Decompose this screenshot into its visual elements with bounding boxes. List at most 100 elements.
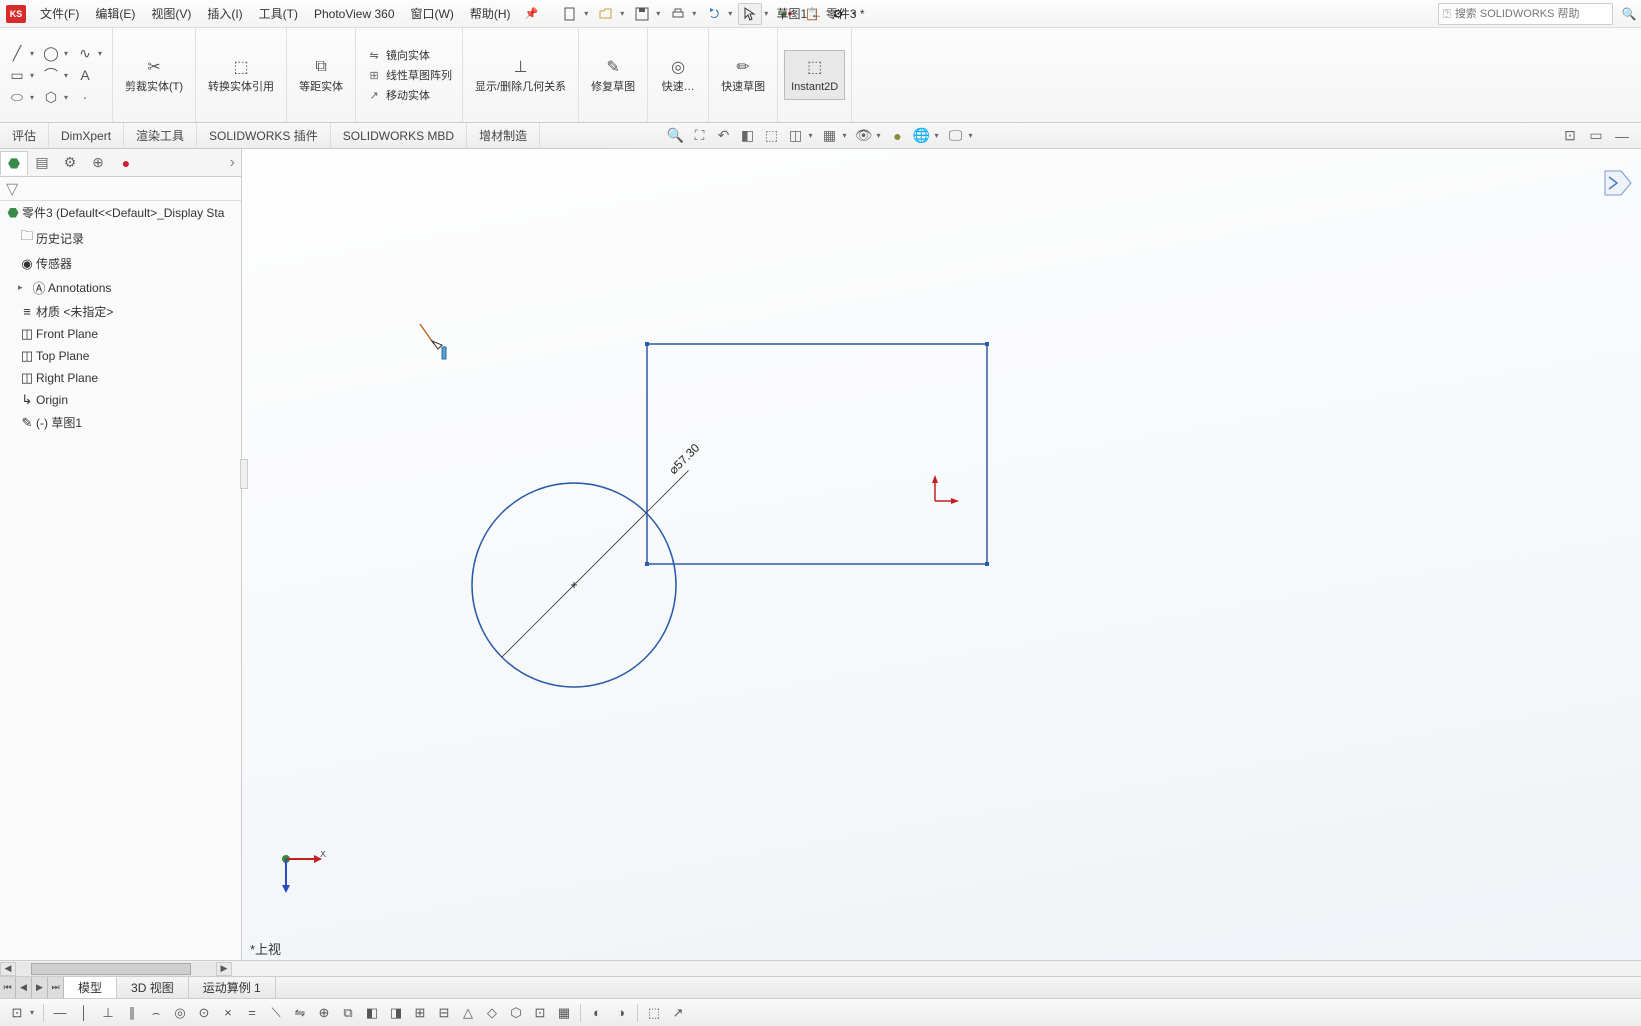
dropdown-icon[interactable]: ▾ (30, 71, 38, 80)
fix-constraint[interactable]: ⊕ (313, 1002, 335, 1024)
vertical-constraint[interactable]: │ (73, 1002, 95, 1024)
perpendicular-constraint[interactable]: ⊥ (97, 1002, 119, 1024)
dropdown-icon[interactable]: ▾ (809, 131, 817, 140)
dropdown-icon[interactable]: ▾ (620, 9, 628, 18)
tangent-constraint[interactable]: ⌢ (145, 1002, 167, 1024)
tree-material[interactable]: ≡材质 <未指定> (0, 300, 241, 323)
constraint-26[interactable]: ⬚ (643, 1002, 665, 1024)
move-button[interactable]: ↗移动实体 (362, 85, 456, 105)
tree-root[interactable]: ⬣零件3 (Default<<Default>_Display Sta (0, 201, 241, 224)
dropdown-icon[interactable]: ▾ (692, 9, 700, 18)
tree-history[interactable]: 🗀历史记录 (0, 224, 241, 252)
zoom-fit-button[interactable]: 🔍 (665, 125, 687, 147)
tree-front-plane[interactable]: ◫Front Plane (0, 323, 241, 345)
config-tab[interactable]: ⚙ (56, 151, 84, 175)
tree-sketch1[interactable]: ✎(-) 草图1 (0, 411, 241, 434)
constraint-15[interactable]: ◧ (361, 1002, 383, 1024)
help-search[interactable]: ⍰ (1438, 3, 1613, 25)
dropdown-icon[interactable]: ▾ (969, 131, 977, 140)
circle-tool[interactable]: ◯ (40, 42, 62, 64)
constraint-17[interactable]: ⊞ (409, 1002, 431, 1024)
menu-window[interactable]: 窗口(W) (403, 0, 462, 27)
minimize-button[interactable]: — (1611, 125, 1633, 147)
collinear-constraint[interactable]: ⟍ (265, 1002, 287, 1024)
exit-sketch-flag[interactable] (1603, 169, 1633, 202)
search-input[interactable] (1455, 8, 1595, 20)
collapse-button[interactable]: ▭ (1585, 125, 1607, 147)
constraint-20[interactable]: ◇ (481, 1002, 503, 1024)
dropdown-icon[interactable]: ▾ (764, 9, 772, 18)
menu-tools[interactable]: 工具(T) (251, 0, 306, 27)
constraint-27[interactable]: ↗ (667, 1002, 689, 1024)
line-tool[interactable]: ╱ (6, 42, 28, 64)
last-tab-button[interactable]: ⏭ (48, 977, 64, 998)
menu-file[interactable]: 文件(F) (32, 0, 87, 27)
tab-dimxpert[interactable]: DimXpert (49, 123, 124, 148)
relations-button[interactable]: ⊥ 显示/删除几何关系 (469, 51, 572, 98)
expand-button[interactable]: ⊡ (1559, 125, 1581, 147)
menu-photoview[interactable]: PhotoView 360 (306, 0, 403, 27)
view-orient-button[interactable]: ⬚ (761, 125, 783, 147)
dropdown-icon[interactable]: ▾ (843, 131, 851, 140)
constraint-23[interactable]: ▦ (553, 1002, 575, 1024)
undo-button[interactable] (702, 3, 726, 25)
dropdown-icon[interactable]: ▾ (728, 9, 736, 18)
tree-top-plane[interactable]: ◫Top Plane (0, 345, 241, 367)
scroll-left-button[interactable]: ◀ (0, 962, 16, 976)
hide-show-button[interactable]: ▦ (819, 125, 841, 147)
scroll-thumb[interactable] (31, 963, 191, 975)
dropdown-icon[interactable]: ▾ (30, 1008, 38, 1017)
parallel-constraint[interactable]: ∥ (121, 1002, 143, 1024)
constraint-16[interactable]: ◨ (385, 1002, 407, 1024)
slot-tool[interactable]: ⬭ (6, 86, 28, 108)
save-button[interactable] (630, 3, 654, 25)
constraint-21[interactable]: ⬡ (505, 1002, 527, 1024)
display-style-button[interactable]: ◫ (785, 125, 807, 147)
repair-button[interactable]: ✎ 修复草图 (585, 51, 641, 98)
dropdown-icon[interactable]: ▾ (64, 71, 72, 80)
tab-render[interactable]: 渲染工具 (124, 123, 197, 148)
appearance-tab[interactable]: ● (112, 151, 140, 175)
arc-tool[interactable]: ⌒ (40, 64, 62, 86)
text-tool[interactable]: A (74, 64, 96, 86)
tree-right-plane[interactable]: ◫Right Plane (0, 367, 241, 389)
scene-button[interactable]: 🌐 (911, 125, 933, 147)
tab-model[interactable]: 模型 (64, 977, 117, 998)
monitor-button[interactable]: 🖵 (945, 125, 967, 147)
open-button[interactable] (594, 3, 618, 25)
menu-help[interactable]: 帮助(H) (462, 0, 519, 27)
dropdown-icon[interactable]: ▾ (98, 49, 106, 58)
tab-motion[interactable]: 运动算例 1 (189, 977, 276, 998)
menu-view[interactable]: 视图(V) (143, 0, 199, 27)
dropdown-icon[interactable]: ▾ (935, 131, 943, 140)
pattern-button[interactable]: ⊞线性草图阵列 (362, 65, 456, 85)
prev-tab-button[interactable]: ◀ (16, 977, 32, 998)
snap-button[interactable]: ⊡ (6, 1002, 28, 1024)
constraint-18[interactable]: ⊟ (433, 1002, 455, 1024)
expand-icon[interactable]: ▸ (18, 282, 30, 293)
property-tab[interactable]: ▤ (28, 151, 56, 175)
constraint-19[interactable]: △ (457, 1002, 479, 1024)
point-tool[interactable]: · (74, 86, 96, 108)
section-button[interactable]: ◧ (737, 125, 759, 147)
quick-button[interactable]: ◎ 快速… (654, 51, 702, 98)
offset-button[interactable]: ⧉ 等距实体 (293, 51, 349, 98)
dropdown-icon[interactable]: ▾ (64, 49, 72, 58)
merge-constraint[interactable]: ⧉ (337, 1002, 359, 1024)
next-tab-button[interactable]: ▶ (32, 977, 48, 998)
dropdown-icon[interactable]: ▾ (584, 9, 592, 18)
tab-mbd[interactable]: SOLIDWORKS MBD (331, 123, 467, 148)
pin-icon[interactable]: 📌 (525, 7, 539, 20)
midpoint-constraint[interactable]: × (217, 1002, 239, 1024)
print-button[interactable] (666, 3, 690, 25)
tab-additive[interactable]: 增材制造 (467, 123, 540, 148)
dropdown-icon[interactable]: ▾ (30, 93, 38, 102)
dropdown-icon[interactable]: ▾ (877, 131, 885, 140)
symmetric-constraint[interactable]: ⇋ (289, 1002, 311, 1024)
zoom-area-button[interactable]: ⛶ (689, 125, 711, 147)
prev-view-button[interactable]: ↶ (713, 125, 735, 147)
splitter-handle[interactable] (240, 459, 248, 489)
constraint-22[interactable]: ⊡ (529, 1002, 551, 1024)
first-tab-button[interactable]: ⏮ (0, 977, 16, 998)
mirror-button[interactable]: ⇋镜向实体 (362, 45, 456, 65)
